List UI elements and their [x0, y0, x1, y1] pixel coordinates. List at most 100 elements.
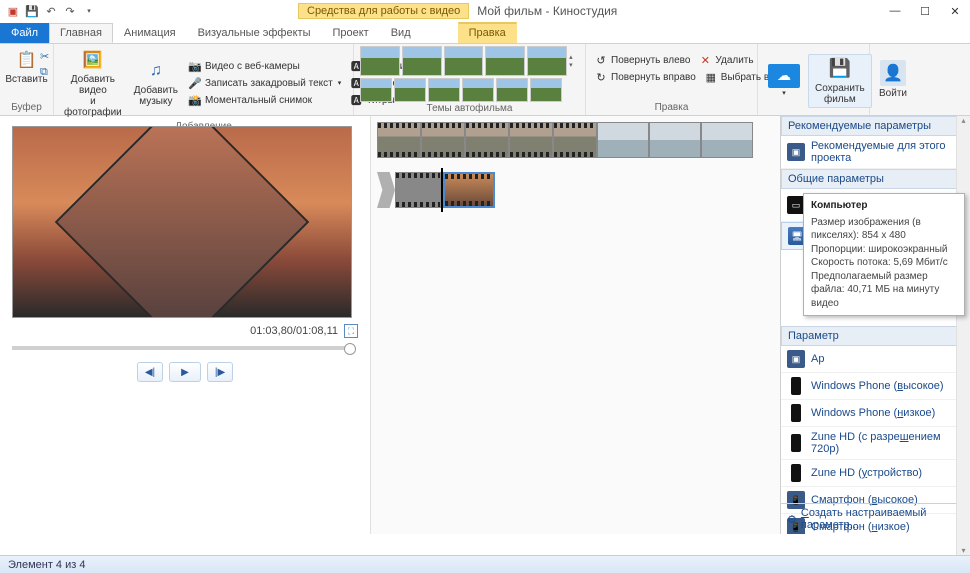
delete-button[interactable]: ✕Удалить	[696, 52, 755, 68]
themes-gallery[interactable]: ▴▾	[360, 46, 579, 76]
theme-4[interactable]	[485, 46, 525, 76]
clip-6[interactable]	[597, 122, 649, 158]
voiceover-button[interactable]: 🎤Записать закадровый текст▾	[186, 75, 343, 91]
clip-1[interactable]	[377, 122, 421, 158]
clip-4[interactable]	[509, 122, 553, 158]
cloud-icon: ☁	[768, 64, 800, 88]
clip-2[interactable]	[421, 122, 465, 158]
transition-arrow[interactable]	[377, 172, 395, 208]
panel-header-common: Общие параметры	[781, 169, 970, 189]
zune-icon	[791, 434, 801, 452]
panel-header-params: Параметр	[781, 326, 970, 346]
webcam-icon: 📷	[188, 59, 202, 73]
close-button[interactable]: ✕	[940, 0, 970, 22]
theme-6[interactable]	[360, 78, 392, 102]
add-video-icon: 🖼️	[81, 48, 105, 72]
maximize-button[interactable]: ☐	[910, 0, 940, 22]
option-wp-high[interactable]: Windows Phone (высокое)	[781, 373, 970, 400]
option-zune-dev[interactable]: Zune HD (устройство)	[781, 460, 970, 487]
theme-7[interactable]	[394, 78, 426, 102]
redo-icon[interactable]: ↷	[61, 2, 79, 20]
theme-2[interactable]	[402, 46, 442, 76]
tab-vfx[interactable]: Визуальные эффекты	[187, 23, 322, 43]
paste-icon: 📋	[15, 48, 39, 72]
play-button[interactable]: ▶	[169, 362, 201, 382]
copy-icon[interactable]: ⧉	[40, 66, 48, 79]
add-video-label: Добавить видео и фотографии	[64, 74, 122, 118]
status-text: Элемент 4 из 4	[8, 559, 85, 571]
app-icon: ▣	[4, 2, 22, 20]
mic-icon: 🎤	[188, 76, 202, 90]
theme-10[interactable]	[496, 78, 528, 102]
cloud-button[interactable]: ☁▾	[764, 62, 804, 100]
status-bar: Элемент 4 из 4	[0, 555, 970, 573]
save-movie-label: Сохранить фильм	[815, 83, 865, 105]
qat-dropdown-icon[interactable]: ▾	[80, 2, 98, 20]
next-frame-button[interactable]: |▶	[207, 362, 233, 382]
webcam-button[interactable]: 📷Видео с веб-камеры	[186, 58, 343, 74]
timeline-panel[interactable]: Рекомендуемые параметры ▣Рекомендуемые д…	[370, 116, 970, 534]
theme-9[interactable]	[462, 78, 494, 102]
select-all-icon: ▦	[704, 70, 718, 84]
save-movie-button[interactable]: 💾 Сохранить фильм	[808, 54, 872, 108]
rotate-right-icon: ↻	[594, 70, 608, 84]
tab-view[interactable]: Вид	[380, 23, 422, 43]
ap-icon: ▣	[787, 350, 805, 368]
tab-animation[interactable]: Анимация	[113, 23, 187, 43]
panel-header-recommended: Рекомендуемые параметры	[781, 116, 970, 136]
signin-button[interactable]: 👤 Войти	[875, 58, 911, 101]
music-icon: ♫	[144, 59, 168, 83]
undo-icon[interactable]: ↶	[42, 2, 60, 20]
video-preview	[12, 126, 352, 318]
cut-icon[interactable]: ✂	[40, 50, 49, 63]
delete-icon: ✕	[698, 53, 712, 67]
tab-edit[interactable]: Правка	[458, 22, 517, 43]
theme-3[interactable]	[444, 46, 484, 76]
tooltip-computer: Компьютер Размер изображения (в пикселях…	[803, 193, 965, 316]
clip-3[interactable]	[465, 122, 509, 158]
contextual-tab-label: Средства для работы с видео	[298, 3, 469, 19]
group-themes: Темы автофильма	[360, 102, 579, 114]
tab-project[interactable]: Проект	[321, 23, 379, 43]
group-buffer: Буфер	[6, 101, 47, 113]
add-video-button[interactable]: 🖼️ Добавить видео и фотографии	[60, 46, 126, 120]
rec-icon: ▣	[787, 143, 805, 161]
gear-icon: ⚙	[787, 513, 797, 526]
clip-gray[interactable]	[395, 172, 441, 208]
clip-selected[interactable]	[443, 172, 495, 208]
theme-11[interactable]	[530, 78, 562, 102]
option-wp-low[interactable]: Windows Phone (низкое)	[781, 400, 970, 427]
snapshot-button[interactable]: 📸Моментальный снимок	[186, 92, 343, 108]
save-movie-icon: 💾	[828, 57, 852, 81]
clip-8[interactable]	[701, 122, 753, 158]
zune-icon	[791, 464, 801, 482]
phone-icon	[791, 377, 801, 395]
theme-5[interactable]	[527, 46, 567, 76]
snapshot-icon: 📸	[188, 93, 202, 107]
prev-frame-button[interactable]: ◀|	[137, 362, 163, 382]
option-custom[interactable]: ⚙Создать настраиваемый параметр...	[781, 503, 970, 534]
theme-8[interactable]	[428, 78, 460, 102]
option-zune-720[interactable]: Zune HD (с разрешением 720p)	[781, 427, 970, 460]
avatar-icon: 👤	[880, 60, 906, 86]
app-title: Мой фильм - Киностудия	[477, 4, 617, 18]
seek-slider[interactable]	[12, 346, 352, 350]
clip-7[interactable]	[649, 122, 701, 158]
tab-home[interactable]: Главная	[49, 23, 113, 43]
option-ap[interactable]: ▣Ар	[781, 346, 970, 373]
timecode: 01:03,80/01:08,11	[250, 325, 338, 337]
clip-5[interactable]	[553, 122, 597, 158]
fullscreen-icon[interactable]: ⛶	[344, 324, 358, 338]
scrollbar[interactable]: ▴▾	[956, 116, 970, 555]
add-music-button[interactable]: ♫ Добавить музыку	[130, 57, 182, 109]
minimize-button[interactable]: —	[880, 0, 910, 22]
save-movie-panel: Рекомендуемые параметры ▣Рекомендуемые д…	[780, 116, 970, 534]
rotate-right-button[interactable]: ↻Повернуть вправо	[592, 69, 698, 85]
tab-file[interactable]: Файл	[0, 23, 49, 43]
save-icon[interactable]: 💾	[23, 2, 41, 20]
option-recommended[interactable]: ▣Рекомендуемые для этого проекта	[781, 136, 970, 169]
phone-icon	[791, 404, 801, 422]
add-music-label: Добавить музыку	[134, 85, 178, 107]
theme-1[interactable]	[360, 46, 400, 76]
rotate-left-button[interactable]: ↺Повернуть влево	[592, 52, 692, 68]
